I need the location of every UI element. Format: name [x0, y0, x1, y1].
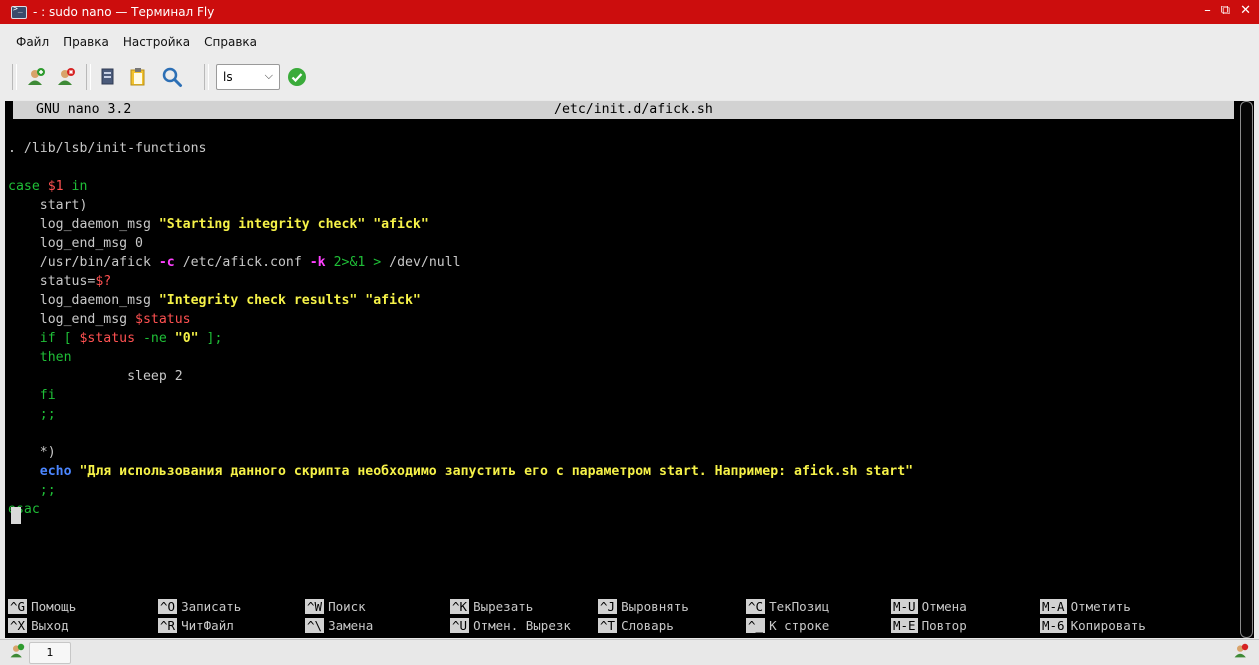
nano-version: GNU nano 3.2 [36, 102, 132, 117]
toolbar-separator [12, 64, 17, 90]
shortcut-go-to-line: ^_ К строке [746, 618, 830, 633]
search-icon[interactable] [160, 64, 184, 90]
chevron-down-icon: ⌵ [264, 69, 273, 82]
shortcut-read-file: ^R ЧитФайл [158, 618, 234, 633]
toolbar-separator [86, 64, 91, 90]
code-line: log_end_msg 0 [8, 236, 143, 251]
shortcut-undo: M-U Отмена [891, 599, 967, 614]
close-tab-icon[interactable] [54, 64, 78, 90]
maximize-button[interactable]: ⧉ [1221, 3, 1230, 18]
shortcut-search: ^W Поиск [305, 599, 366, 614]
code-line: log_end_msg $status [8, 312, 191, 327]
terminal-app-icon [11, 4, 27, 19]
menu-settings[interactable]: Настройка [123, 35, 190, 49]
code-line: ;; [8, 483, 56, 498]
code-line: *) [8, 445, 56, 460]
toolbar: ls ⌵ [0, 60, 1259, 100]
shortcut-redo: M-E Повтор [891, 618, 967, 633]
copy-icon[interactable] [96, 64, 120, 90]
close-button[interactable]: ✕ [1240, 3, 1251, 18]
menubar: Файл Правка Настройка Справка [0, 24, 1259, 60]
shortcut-uncut: ^U Отмен. Вырезк [450, 618, 571, 633]
paste-icon[interactable] [126, 64, 150, 90]
code-line: sleep 2 [8, 369, 183, 384]
close-tab-icon[interactable] [1233, 643, 1249, 662]
nano-header: GNU nano 3.2 /etc/init.d/afick.sh [13, 101, 1234, 119]
terminal-view[interactable]: GNU nano 3.2 /etc/init.d/afick.sh . /lib… [5, 101, 1238, 638]
text-cursor [11, 507, 21, 524]
shortcut-cut: ^K Вырезать [450, 599, 534, 614]
tab-bar: 1 [0, 639, 1259, 665]
terminal-scrollbar[interactable] [1238, 101, 1254, 638]
window-titlebar[interactable]: - : sudo nano — Терминал Fly – ⧉ ✕ [0, 0, 1259, 24]
command-combobox[interactable]: ls ⌵ [216, 64, 280, 90]
new-tab-icon[interactable] [24, 64, 48, 90]
code-line: . /lib/lsb/init-functions [8, 141, 207, 156]
command-combobox-value: ls [223, 70, 233, 84]
code-line: /usr/bin/afick -c /etc/afick.conf -k 2>&… [8, 255, 461, 270]
code-line: ;; [8, 407, 56, 422]
shortcut-write: ^O Записать [158, 599, 242, 614]
shortcut-exit: ^X Выход [8, 618, 69, 633]
shortcut-help: ^G Помощь [8, 599, 77, 614]
code-line: log_daemon_msg "Integrity check results"… [8, 293, 421, 308]
code-line: fi [8, 388, 56, 403]
shortcut-cur-pos: ^C ТекПозиц [746, 599, 830, 614]
shortcut-mark: M-A Отметить [1040, 599, 1131, 614]
shortcut-justify: ^J Выровнять [598, 599, 689, 614]
minimize-button[interactable]: – [1204, 3, 1211, 18]
menu-edit[interactable]: Правка [63, 35, 109, 49]
menu-help[interactable]: Справка [204, 35, 257, 49]
code-line: then [8, 350, 72, 365]
nano-filename: /etc/init.d/afick.sh [554, 102, 713, 117]
code-line: case $1 in [8, 179, 88, 194]
toolbar-separator [204, 64, 209, 90]
menu-file[interactable]: Файл [16, 35, 49, 49]
code-line: status=$? [8, 274, 112, 289]
new-tab-icon[interactable] [9, 643, 25, 662]
scrollbar-thumb[interactable] [1240, 101, 1253, 638]
shortcut-replace: ^\ Замена [305, 618, 374, 633]
code-line: log_daemon_msg "Starting integrity check… [8, 217, 429, 232]
run-command-icon[interactable] [285, 64, 309, 90]
code-line: start) [8, 198, 88, 213]
shortcut-copy: M-6 Копировать [1040, 618, 1146, 633]
window-title: - : sudo nano — Терминал Fly [33, 5, 215, 19]
terminal-tab[interactable]: 1 [29, 642, 71, 664]
code-line: echo "Для использования данного скрипта … [8, 464, 914, 479]
shortcut-spell: ^T Словарь [598, 618, 674, 633]
code-line: if [ $status -ne "0" ]; [8, 331, 223, 346]
